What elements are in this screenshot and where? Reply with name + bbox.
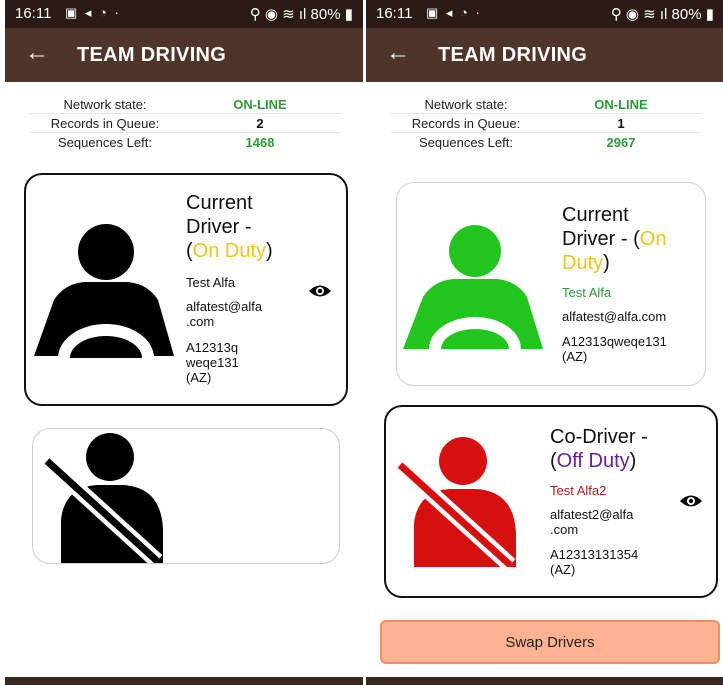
steering-wheel-driver-icon	[34, 224, 174, 358]
paren-close: )	[266, 240, 273, 262]
app-bar: ← TEAM DRIVING	[366, 28, 723, 82]
page-title: TEAM DRIVING	[77, 44, 227, 66]
seatbelt-driver-icon	[41, 433, 163, 563]
navigation-bar	[366, 677, 723, 685]
connection-info: Network state: ON-LINE Records in Queue:…	[391, 95, 701, 152]
title-prefix: Driver - (	[562, 228, 640, 250]
driver-email: alfatest@alfa.com	[562, 309, 667, 324]
status-bar: 16:11 ▣ ◂ ◔ · ⚲ ◉ ≋ ıl 80% ▮	[5, 0, 363, 28]
connection-info: Network state: ON-LINE Records in Queue:…	[30, 95, 340, 152]
left-screen: 16:11 ▣ ◂ ◔ · ⚲ ◉ ≋ ıl 80% ▮ ← TEAM DRIV…	[5, 0, 363, 685]
sequences-left-row: Sequences Left: 1468	[30, 133, 340, 152]
paren-close: )	[629, 450, 637, 472]
license-line-1: A12313131354	[550, 547, 639, 562]
duty-status: Off Duty	[556, 450, 630, 472]
swap-drivers-button[interactable]: Swap Drivers	[380, 620, 720, 664]
co-driver-card[interactable]	[32, 428, 340, 564]
title-line-3: Duty)	[562, 251, 666, 275]
title-line-1: Current	[186, 192, 253, 214]
notification-icons: ▣ ◂ ◔ ·	[65, 5, 121, 20]
current-driver-title: Current Driver - (On Duty)	[562, 203, 666, 275]
network-state-row: Network state: ON-LINE	[30, 95, 340, 114]
seatbelt-driver-icon	[394, 437, 516, 567]
driver-name: Test Alfa2	[550, 483, 607, 498]
sequences-left-row: Sequences Left: 2967	[391, 133, 701, 152]
co-driver-title: Co-Driver - (Off Duty)	[550, 425, 648, 473]
network-state-row: Network state: ON-LINE	[391, 95, 701, 114]
driver-name: Test Alfa	[186, 275, 236, 290]
status-time: 16:11	[376, 5, 413, 22]
license-line-2: (AZ)	[550, 562, 576, 577]
steering-wheel-driver-icon	[403, 225, 543, 349]
title-line-1: Co-Driver -	[550, 426, 648, 448]
license-line-1: A12313qweqe131	[562, 334, 667, 349]
license-line-2: weqe131	[186, 355, 239, 370]
network-state-value: ON-LINE	[233, 97, 287, 112]
signal-icon: ⚲ ◉ ≋ ıl	[610, 6, 672, 23]
current-driver-card[interactable]: Current Driver - (On Duty) Test Alfa alf…	[24, 173, 348, 406]
paren-open: (	[186, 240, 193, 262]
license-line-3: (AZ)	[186, 370, 212, 385]
paren-open: (	[550, 450, 557, 472]
records-queue-value: 2	[256, 116, 264, 131]
duty-status: On Duty	[192, 240, 267, 262]
notification-icons: ▣ ◂ ◔ ·	[426, 5, 482, 20]
driver-license: A12313qweqe131 (AZ)	[562, 334, 667, 364]
license-line-1: A12313q	[186, 340, 239, 355]
status-time: 16:11	[15, 5, 52, 22]
title-line-2: (Off Duty)	[550, 449, 648, 473]
driver-email: alfatest2@alfa .com	[550, 507, 633, 537]
records-queue-row: Records in Queue: 2	[30, 114, 340, 133]
back-arrow-icon[interactable]: ←	[25, 41, 49, 65]
eye-icon[interactable]	[308, 283, 332, 299]
battery-level: 80%	[310, 6, 341, 23]
co-driver-card[interactable]: Co-Driver - (Off Duty) Test Alfa2 alfate…	[384, 405, 718, 598]
title-line-3: (On Duty)	[186, 239, 273, 263]
sequences-left-value: 2967	[606, 135, 636, 150]
driver-email: alfatest@alfa .com	[186, 299, 262, 329]
page-title: TEAM DRIVING	[438, 44, 588, 66]
driver-name: Test Alfa	[562, 285, 612, 300]
email-line-2: .com	[550, 522, 579, 537]
sequences-left-label: Sequences Left:	[419, 135, 513, 150]
title-line-1: Current	[562, 204, 629, 226]
email-line-1: alfatest2@alfa	[550, 507, 634, 522]
paren-close: )	[603, 252, 610, 274]
system-icons: ⚲ ◉ ≋ ıl 80% ▮	[611, 5, 714, 23]
email-line-1: alfatest@alfa	[186, 299, 263, 314]
status-bar: 16:11 ▣ ◂ ◔ · ⚲ ◉ ≋ ıl 80% ▮	[366, 0, 723, 28]
records-queue-label: Records in Queue:	[411, 116, 521, 131]
right-screen: 16:11 ▣ ◂ ◔ · ⚲ ◉ ≋ ıl 80% ▮ ← TEAM DRIV…	[366, 0, 723, 685]
driver-license: A12313131354 (AZ)	[550, 547, 638, 577]
duty-status-part-1: On	[639, 228, 667, 250]
signal-icon: ⚲ ◉ ≋ ıl	[249, 6, 311, 23]
records-queue-label: Records in Queue:	[50, 116, 160, 131]
records-queue-row: Records in Queue: 1	[391, 114, 701, 133]
eye-icon[interactable]	[679, 493, 703, 509]
license-line-2: (AZ)	[562, 349, 588, 364]
network-state-label: Network state:	[63, 97, 147, 112]
battery-level: 80%	[671, 6, 702, 23]
title-line-2: Driver - (On	[562, 227, 666, 251]
system-icons: ⚲ ◉ ≋ ıl 80% ▮	[250, 5, 353, 23]
driver-license: A12313q weqe131 (AZ)	[186, 340, 239, 385]
title-line-2: Driver -	[186, 216, 252, 238]
navigation-bar	[5, 677, 363, 685]
duty-status-part-2: Duty	[562, 252, 604, 274]
current-driver-card[interactable]: Current Driver - (On Duty) Test Alfa alf…	[396, 182, 706, 386]
records-queue-value: 1	[617, 116, 625, 131]
sequences-left-value: 1468	[245, 135, 275, 150]
back-arrow-icon[interactable]: ←	[386, 41, 410, 65]
sequences-left-label: Sequences Left:	[58, 135, 152, 150]
network-state-label: Network state:	[424, 97, 508, 112]
battery-icon: ▮	[701, 6, 714, 23]
network-state-value: ON-LINE	[594, 97, 648, 112]
app-bar: ← TEAM DRIVING	[5, 28, 363, 82]
battery-icon: ▮	[340, 6, 353, 23]
current-driver-title: Current Driver - (On Duty)	[186, 191, 273, 263]
email-line-2: .com	[186, 314, 215, 329]
